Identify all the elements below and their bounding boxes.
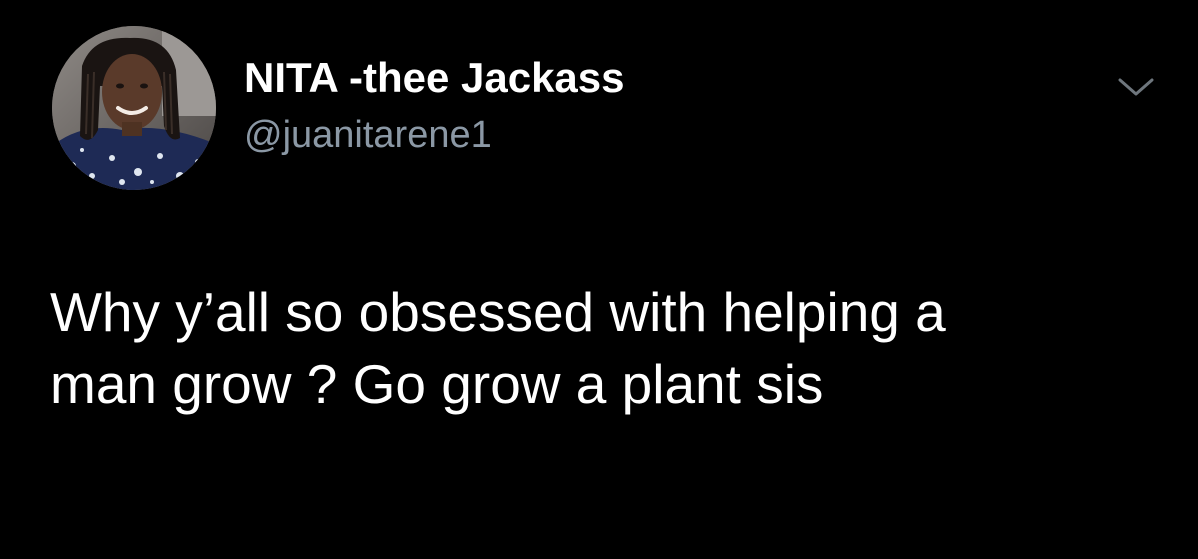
chevron-down-icon [1118,78,1154,96]
tweet-menu-button[interactable] [1112,68,1160,108]
author-avatar[interactable] [52,26,216,190]
profile-photo-icon [52,26,216,190]
author-handle[interactable]: @juanitarene1 [244,113,492,157]
tweet-card: NITA -thee Jackass @juanitarene1 Why y’a… [0,0,1198,559]
author-display-name[interactable]: NITA -thee Jackass [244,54,625,102]
tweet-text: Why y’all so obsessed with helping a man… [50,281,946,415]
